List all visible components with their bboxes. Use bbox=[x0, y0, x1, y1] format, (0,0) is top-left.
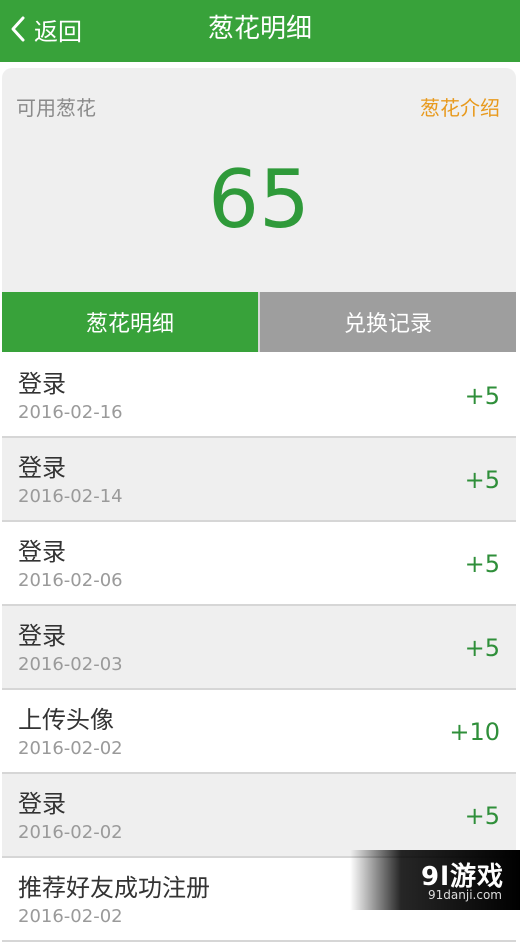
tab-details[interactable]: 葱花明细 bbox=[2, 292, 260, 352]
record-name: 上传头像 bbox=[18, 706, 114, 734]
intro-link[interactable]: 葱花介绍 bbox=[420, 92, 500, 121]
tab-exchange-records[interactable]: 兑换记录 bbox=[260, 292, 516, 352]
record-date: 2016-02-03 bbox=[18, 654, 123, 675]
record-date: 2016-02-14 bbox=[18, 486, 123, 507]
list-item[interactable]: 登录 2016-02-16 +5 bbox=[2, 354, 516, 438]
available-label: 可用葱花 bbox=[16, 96, 96, 120]
back-button[interactable]: 返回 bbox=[10, 0, 82, 58]
balance-value: 65 bbox=[208, 153, 310, 246]
record-points: +10 bbox=[449, 718, 500, 746]
record-name: 登录 bbox=[18, 622, 66, 650]
record-date: 2016-02-02 bbox=[18, 906, 123, 927]
record-points: +5 bbox=[464, 634, 500, 662]
record-date: 2016-02-02 bbox=[18, 822, 123, 843]
list-item[interactable]: 登录 2016-02-14 +5 bbox=[2, 438, 516, 522]
tab-bar: 葱花明细 兑换记录 bbox=[2, 292, 516, 352]
record-points: +5 bbox=[464, 550, 500, 578]
record-date: 2016-02-06 bbox=[18, 570, 123, 591]
list-item[interactable]: 登录 2016-02-03 +5 bbox=[2, 606, 516, 690]
record-name: 登录 bbox=[18, 370, 66, 398]
record-name: 登录 bbox=[18, 538, 66, 566]
list-item[interactable]: 上传头像 2016-02-02 +10 bbox=[2, 690, 516, 774]
back-label: 返回 bbox=[34, 17, 82, 46]
record-points: +5 bbox=[464, 382, 500, 410]
record-date: 2016-02-02 bbox=[18, 738, 123, 759]
list-item[interactable]: 登录 2016-02-02 +5 bbox=[2, 774, 516, 858]
list-item[interactable]: 登录 2016-02-06 +5 bbox=[2, 522, 516, 606]
chevron-left-icon bbox=[10, 15, 26, 43]
top-bar: 返回 葱花明细 bbox=[0, 0, 520, 62]
record-points: +5 bbox=[464, 466, 500, 494]
watermark: 9l游戏 91danji.com bbox=[350, 850, 520, 910]
record-name: 推荐好友成功注册 bbox=[18, 874, 210, 902]
record-date: 2016-02-16 bbox=[18, 402, 123, 423]
watermark-url: 91danji.com bbox=[428, 888, 502, 902]
record-points: +5 bbox=[464, 802, 500, 830]
balance-card: 可用葱花 葱花介绍 65 葱花明细 兑换记录 bbox=[2, 68, 516, 352]
record-name: 登录 bbox=[18, 790, 66, 818]
record-name: 登录 bbox=[18, 454, 66, 482]
